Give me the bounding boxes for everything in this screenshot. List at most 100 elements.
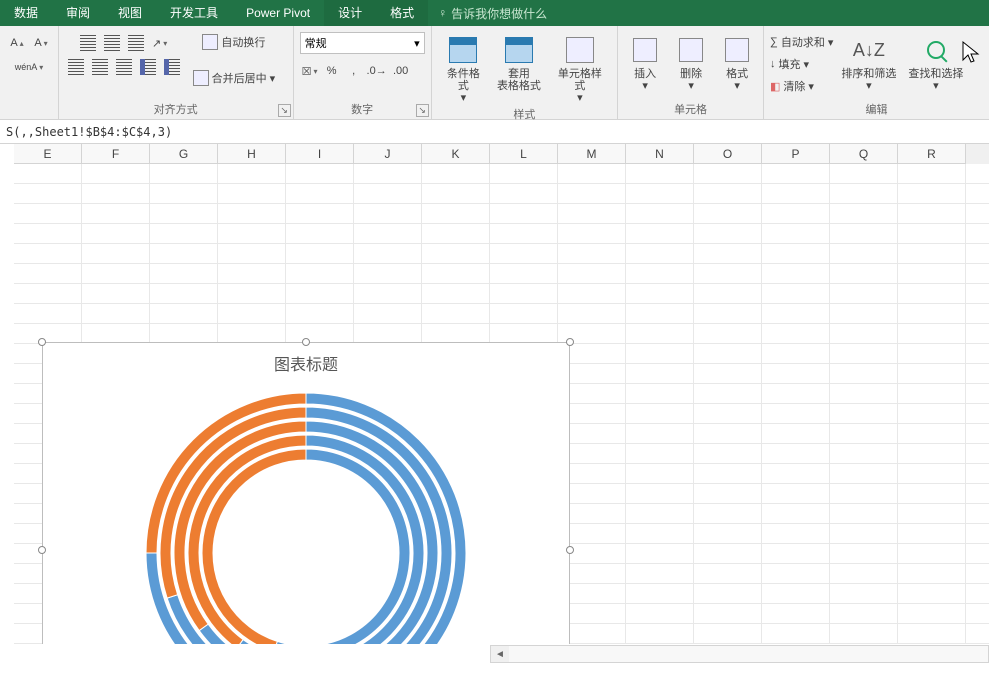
column-header-P[interactable]: P	[762, 144, 830, 164]
wrap-text-button[interactable]: 自动换行	[202, 32, 265, 52]
wrap-text-label: 自动换行	[221, 34, 265, 50]
decrease-decimal-button[interactable]: .00	[390, 60, 412, 82]
increase-indent-button[interactable]	[161, 56, 183, 78]
alignment-launcher[interactable]: ↘	[278, 104, 291, 117]
resize-handle-tr[interactable]	[566, 338, 574, 346]
lightbulb-icon: ♀	[438, 6, 447, 20]
percent-format-button[interactable]: %	[322, 60, 342, 82]
column-header-I[interactable]: I	[286, 144, 354, 164]
sort-filter-icon: A↓Z	[853, 34, 885, 66]
chart-plot-area[interactable]	[126, 383, 486, 644]
phonetic-guide-button[interactable]: wénA▾	[13, 56, 46, 78]
column-header-Q[interactable]: Q	[830, 144, 898, 164]
magnifier-icon	[927, 41, 945, 59]
cell-styles-button[interactable]: 单元格样式▾	[549, 32, 611, 106]
column-header-E[interactable]: E	[14, 144, 82, 164]
worksheet-area[interactable]: EFGHIJKLMNOPQR 图表标题 1 2	[0, 144, 989, 644]
resize-handle-mr[interactable]	[566, 546, 574, 554]
group-label-number: 数字	[300, 101, 425, 119]
horizontal-scrollbar[interactable]: ◄	[490, 645, 989, 663]
tab-chart-design[interactable]: 设计	[324, 0, 376, 26]
align-middle-icon	[104, 35, 120, 51]
tab-chart-format[interactable]: 格式	[376, 0, 428, 26]
align-center-button[interactable]	[89, 56, 111, 78]
number-format-value: 常规	[305, 35, 327, 51]
format-as-table-icon	[505, 37, 533, 63]
align-bottom-icon	[128, 35, 144, 51]
column-header-K[interactable]: K	[422, 144, 490, 164]
accounting-format-button[interactable]: ☒▾	[300, 60, 320, 82]
resize-handle-tc[interactable]	[302, 338, 310, 346]
fill-down-icon: ↓	[770, 58, 776, 70]
delete-cells-button[interactable]: 删除▾	[670, 32, 712, 94]
column-header-L[interactable]: L	[490, 144, 558, 164]
conditional-format-button[interactable]: 条件格式▾	[438, 32, 490, 106]
decrease-indent-icon	[140, 59, 156, 75]
merge-center-button[interactable]: 合并后居中▾	[193, 68, 276, 88]
align-right-button[interactable]	[113, 56, 135, 78]
tell-me-search[interactable]: ♀ 告诉我你想做什么	[438, 5, 547, 22]
align-top-button[interactable]	[77, 32, 99, 54]
fill-button[interactable]: ↓填充▾	[770, 54, 809, 74]
column-header-M[interactable]: M	[558, 144, 626, 164]
comma-format-button[interactable]: ,	[344, 60, 364, 82]
column-header-O[interactable]: O	[694, 144, 762, 164]
autosum-button[interactable]: ∑自动求和▾	[770, 32, 833, 52]
group-label-alignment: 对齐方式	[65, 101, 287, 119]
tab-review[interactable]: 审阅	[52, 0, 104, 26]
clear-button[interactable]: ◧清除▾	[770, 76, 814, 96]
align-right-icon	[116, 59, 132, 75]
orientation-button[interactable]: ↗▾	[149, 32, 171, 54]
group-number: 常规 ▾ ☒▾ % , .0→ .00 数字 ↘	[294, 26, 432, 119]
formula-text: S(,,Sheet1!$B$4:$C$4,3)	[6, 125, 172, 139]
format-as-table-button[interactable]: 套用 表格格式	[493, 32, 545, 94]
group-label-editing: 编辑	[770, 101, 983, 119]
column-header-F[interactable]: F	[82, 144, 150, 164]
tab-powerpivot[interactable]: Power Pivot	[232, 0, 324, 26]
group-editing: ∑自动求和▾ ↓填充▾ ◧清除▾ A↓Z 排序和筛选▾ 查找和选择▾ 编辑	[764, 26, 989, 119]
group-label-font	[6, 105, 52, 119]
delete-cells-icon	[679, 38, 703, 62]
sigma-icon: ∑	[770, 36, 778, 48]
merge-center-label: 合并后居中	[212, 70, 267, 86]
align-middle-button[interactable]	[101, 32, 123, 54]
merge-center-icon	[193, 70, 209, 86]
doughnut-chart-svg	[126, 383, 486, 644]
increase-decimal-button[interactable]: .0→	[366, 60, 388, 82]
tab-developer[interactable]: 开发工具	[156, 0, 232, 26]
find-select-button[interactable]: 查找和选择▾	[904, 32, 967, 94]
align-left-icon	[68, 59, 84, 75]
column-header-H[interactable]: H	[218, 144, 286, 164]
number-launcher[interactable]: ↘	[416, 104, 429, 117]
column-header-G[interactable]: G	[150, 144, 218, 164]
decrease-indent-button[interactable]	[137, 56, 159, 78]
column-header-J[interactable]: J	[354, 144, 422, 164]
insert-cells-icon	[633, 38, 657, 62]
wrap-text-icon	[202, 34, 218, 50]
increase-font-button[interactable]: A▴	[6, 32, 28, 54]
tab-view[interactable]: 视图	[104, 0, 156, 26]
scroll-track[interactable]	[509, 646, 988, 662]
group-alignment: ↗▾ 自动换行 合并后居中▾	[59, 26, 294, 119]
format-cells-button[interactable]: 格式▾	[716, 32, 758, 94]
number-format-combo[interactable]: 常规 ▾	[300, 32, 425, 54]
column-header-N[interactable]: N	[626, 144, 694, 164]
resize-handle-ml[interactable]	[38, 546, 46, 554]
group-label-cells: 单元格	[624, 101, 757, 119]
resize-handle-tl[interactable]	[38, 338, 46, 346]
column-header-R[interactable]: R	[898, 144, 966, 164]
decrease-font-button[interactable]: A▾	[30, 32, 52, 54]
eraser-icon: ◧	[770, 80, 780, 93]
insert-cells-button[interactable]: 插入▾	[624, 32, 666, 94]
dropdown-icon: ▾	[414, 37, 420, 50]
group-cells: 插入▾ 删除▾ 格式▾ 单元格	[618, 26, 764, 119]
group-label-styles: 样式	[438, 106, 612, 124]
scroll-left-arrow[interactable]: ◄	[491, 649, 509, 660]
tab-data[interactable]: 数据	[0, 0, 52, 26]
chart-title[interactable]: 图表标题	[43, 351, 569, 375]
sort-filter-button[interactable]: A↓Z 排序和筛选▾	[837, 32, 900, 94]
align-left-button[interactable]	[65, 56, 87, 78]
increase-indent-icon	[164, 59, 180, 75]
align-bottom-button[interactable]	[125, 32, 147, 54]
chart-object[interactable]: 图表标题 1 2	[42, 342, 570, 644]
